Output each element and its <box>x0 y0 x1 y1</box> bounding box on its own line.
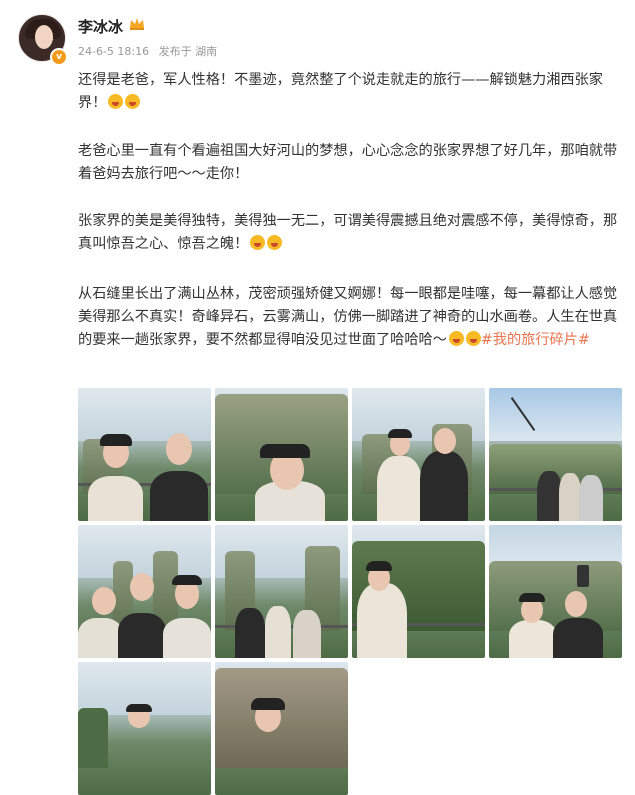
laughing-emoji-icon <box>125 94 141 109</box>
weibo-post: v 李冰冰 24-6-5 18:16 发布于 湖南 还得是老爸，军人性格！不墨迹… <box>0 0 635 795</box>
hashtag-link[interactable]: #我的旅行碎片# <box>481 332 590 348</box>
photo-9[interactable] <box>78 662 211 795</box>
wow-emoji-icon <box>267 235 283 250</box>
photo-1[interactable] <box>78 388 211 521</box>
doge-emoji-icon <box>448 331 464 346</box>
photo-5[interactable] <box>78 525 211 658</box>
photo-2[interactable] <box>215 388 348 521</box>
post-date[interactable]: 24-6-5 18:16 <box>78 45 149 58</box>
photo-3[interactable] <box>352 388 485 521</box>
post-paragraph-1: 还得是老爸，军人性格！不墨迹，竟然整了个说走就走的旅行——解锁魅力湘西张家界！ <box>78 72 603 111</box>
verified-badge-icon: v <box>50 48 68 66</box>
post-meta: 24-6-5 18:16 发布于 湖南 <box>78 43 223 59</box>
doge-emoji-icon <box>465 331 481 346</box>
laughing-emoji-icon <box>108 94 124 109</box>
username[interactable]: 李冰冰 <box>78 16 123 37</box>
crown-icon <box>130 18 144 30</box>
photo-6[interactable] <box>215 525 348 658</box>
post-paragraph-3: 张家界的美是美得独特，美得独一无二，可谓美得震撼且绝对震感不停，美得惊奇，那真叫… <box>78 213 618 252</box>
photo-4[interactable] <box>489 388 622 521</box>
post-paragraph-4: 从石缝里长出了满山丛林，茂密顽强矫健又婀娜！每一眼都是哇噻，每一幕都让人感觉美得… <box>78 286 618 348</box>
post-source: 发布于 湖南 <box>158 45 218 58</box>
photo-10[interactable] <box>215 662 348 795</box>
wow-emoji-icon <box>250 235 266 250</box>
photo-8[interactable] <box>489 525 622 658</box>
post-paragraph-2: 老爸心里一直有个看遍祖国大好河山的梦想，心心念念的张家界想了好几年，那咱就带着爸… <box>78 143 618 182</box>
photo-7[interactable] <box>352 525 485 658</box>
